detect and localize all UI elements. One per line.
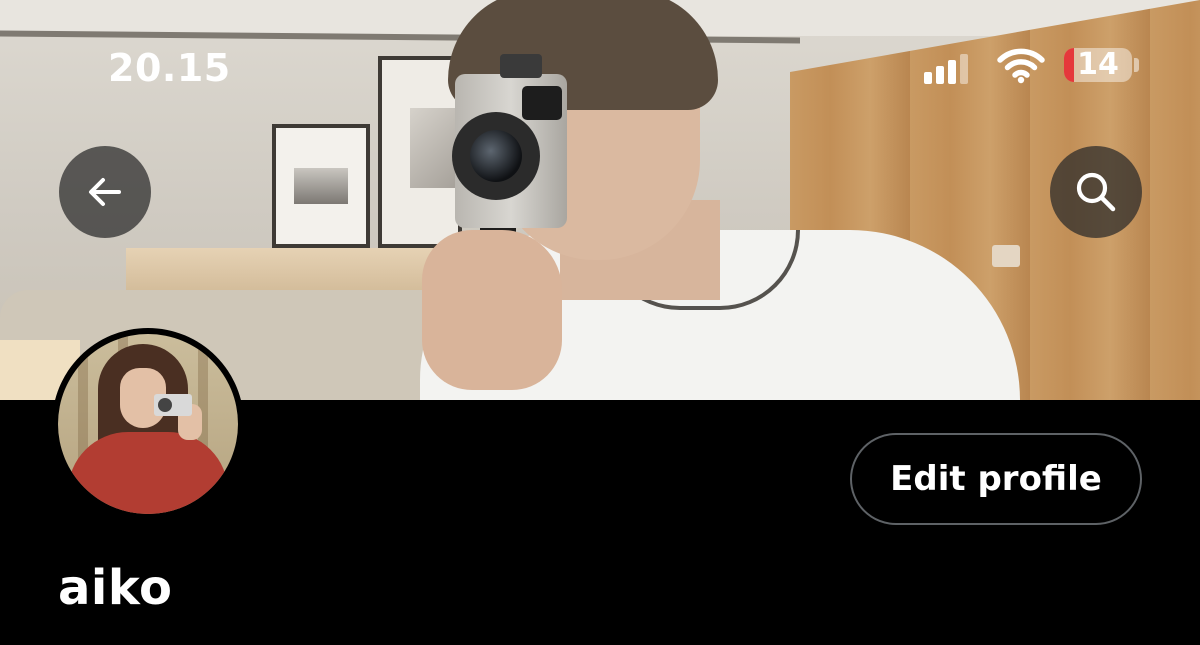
back-button[interactable] [59, 146, 151, 238]
status-bar-time: 20.15 [108, 46, 231, 90]
banner-camera-top [500, 54, 542, 78]
profile-display-name: aiko [58, 560, 173, 616]
battery-percentage: 14 [1077, 48, 1119, 82]
banner-frame-art [410, 108, 456, 188]
banner-camera-viewfinder [522, 86, 562, 120]
wifi-icon [997, 48, 1045, 89]
arrow-left-icon [89, 178, 121, 206]
banner-picture-frame [272, 124, 370, 248]
battery-icon: 14 [1064, 48, 1132, 82]
search-button[interactable] [1050, 146, 1142, 238]
search-icon [1076, 172, 1116, 212]
signal-bar [960, 54, 968, 84]
banner-camera-lens-glass [470, 130, 522, 182]
battery-terminal [1134, 58, 1139, 72]
banner-frame-art [294, 168, 348, 204]
signal-bar [936, 66, 944, 84]
wifi-icon-graphic [997, 48, 1045, 84]
signal-bar [948, 60, 956, 84]
banner-wall-outlet [992, 245, 1020, 267]
avatar-person-sweater [68, 432, 228, 514]
profile-avatar[interactable] [52, 328, 244, 520]
avatar-camera-lens [158, 398, 172, 412]
signal-bar [924, 72, 932, 84]
cellular-signal-icon [924, 54, 968, 84]
edit-profile-button[interactable]: Edit profile [850, 433, 1142, 525]
avatar-photo [58, 334, 238, 514]
banner-person-hand [422, 230, 562, 390]
